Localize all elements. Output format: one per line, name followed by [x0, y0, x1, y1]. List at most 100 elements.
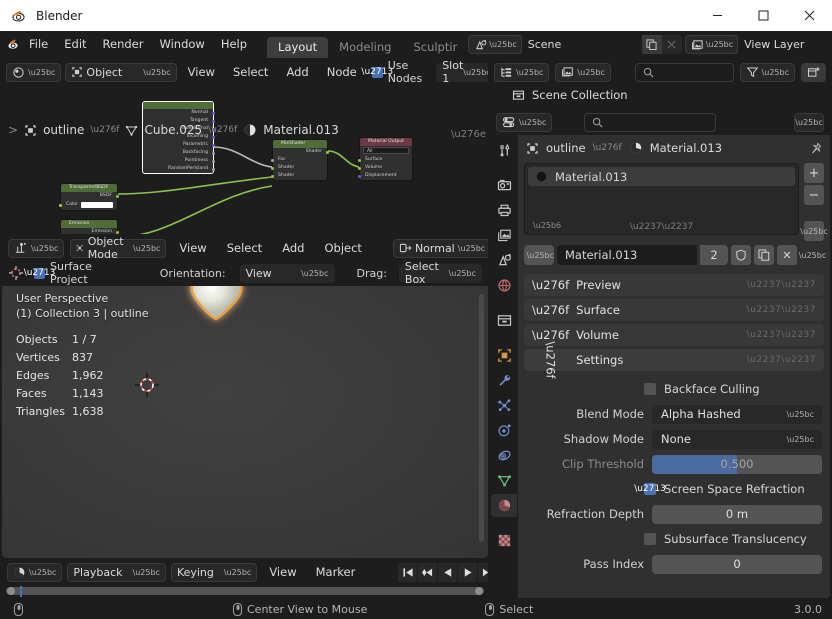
material-users-count[interactable]: 2	[700, 245, 728, 265]
properties-tab-particles[interactable]	[491, 394, 517, 417]
menu-file[interactable]: File	[21, 31, 56, 58]
timeline-scroll-handle-left[interactable]	[7, 587, 15, 595]
breadcrumb-back-icon[interactable]: >	[8, 123, 18, 137]
screen-space-refraction-checkbox[interactable]: \u2713	[634, 483, 666, 495]
node-target-dropdown[interactable]: All	[360, 146, 412, 156]
outliner-row-scene-collection[interactable]: Scene Collection	[490, 85, 830, 105]
node-input-shader-1[interactable]: Shader	[271, 164, 327, 172]
properties-tab-tool[interactable]	[491, 139, 517, 162]
viewport-canvas[interactable]: User Perspective (1) Collection 3 | outl…	[2, 286, 488, 558]
timeline-menu-view[interactable]: View	[262, 563, 303, 582]
refraction-depth-field[interactable]: 0 m	[652, 504, 822, 524]
workspace-tab-layout[interactable]: Layout	[267, 37, 329, 58]
close-button[interactable]	[786, 0, 832, 31]
properties-search-input[interactable]	[584, 112, 717, 132]
node-transparent-bsdf[interactable]: TransparentBSDF BSDF Color	[59, 183, 119, 211]
use-nodes-toggle[interactable]: \u2713 Use Nodes	[361, 59, 422, 85]
matlist-grip-icon[interactable]: \u2237\u2237	[630, 222, 693, 232]
menu-window[interactable]: Window	[151, 31, 212, 58]
panel-preview[interactable]: \u276f Preview \u2237\u2237	[524, 274, 824, 296]
workspace-tab-modeling[interactable]: Modeling	[328, 37, 402, 58]
matlist-expand-icon[interactable]: \u25b6	[533, 221, 561, 230]
node-geometry[interactable]: Normal Tangent TrueNormal Incoming Param…	[142, 101, 215, 174]
shader-sidebar-toggle[interactable]: \u276e	[451, 129, 486, 140]
node-input-fac[interactable]: Fac	[271, 156, 327, 164]
node-input-displacement[interactable]: Displacement	[358, 172, 412, 180]
blender-menu-icon[interactable]	[6, 36, 21, 54]
node-socket-mix-out[interactable]: Shader	[273, 148, 329, 156]
shadow-mode-dropdown[interactable]: None \u25bc	[652, 429, 822, 449]
viewport-menu-select[interactable]: Select	[220, 239, 269, 258]
pin-icon[interactable]	[809, 141, 822, 155]
properties-tab-output[interactable]	[491, 199, 517, 222]
properties-tab-physics[interactable]	[491, 419, 517, 442]
timeline-menu-playback[interactable]: Playback \u25bc	[67, 562, 166, 582]
properties-tab-material[interactable]	[491, 494, 517, 517]
outliner-search-input[interactable]	[634, 62, 734, 82]
properties-tab-object[interactable]	[491, 344, 517, 367]
backface-culling-checkbox[interactable]	[644, 383, 656, 395]
material-slot-specials-menu[interactable]: \u25bc	[800, 221, 828, 241]
play-reverse-icon[interactable]	[438, 562, 458, 582]
viewport-scrollbar[interactable]	[476, 286, 486, 558]
timeline-scroll-handle-right[interactable]	[475, 587, 483, 595]
scene-selector[interactable]: \u25bc Scene	[468, 35, 682, 54]
pass-index-field[interactable]: 0	[652, 554, 822, 574]
properties-tab-scene[interactable]	[491, 249, 517, 272]
new-collection-icon[interactable]	[801, 62, 826, 82]
transform-orientation-selector[interactable]: Normal \u25bc	[392, 238, 488, 258]
chevron-down-icon[interactable]: \u25bc	[794, 112, 824, 132]
view-layer-selector[interactable]: \u25bc View Layer	[684, 35, 832, 54]
scene-icon[interactable]: \u25bc	[468, 35, 522, 54]
view-layer-name[interactable]: View Layer	[738, 35, 832, 54]
play-icon[interactable]	[458, 562, 478, 582]
use-nodes-checkbox[interactable]: \u2713	[361, 66, 393, 78]
panel-settings[interactable]: \u276f Settings \u2237\u2237	[524, 341, 824, 379]
add-material-slot-button[interactable]: +	[804, 163, 824, 183]
material-name-input[interactable]: Material.013	[557, 245, 697, 265]
scene-copy-icon[interactable]	[641, 35, 662, 54]
node-input-shader-2[interactable]: Shader	[271, 172, 327, 180]
material-slot-selector[interactable]: Slot 1 \u25bc	[436, 59, 488, 85]
editor-type-selector[interactable]: \u25bc	[6, 62, 62, 82]
panel-grip-icon[interactable]: \u2237\u2237	[747, 330, 816, 340]
properties-tab-render[interactable]	[491, 174, 517, 197]
timeline-scrollbar-track[interactable]	[6, 587, 484, 595]
shader-type-selector[interactable]: Object \u25bc	[65, 62, 177, 82]
material-browse-button[interactable]: \u25bc	[524, 245, 554, 265]
properties-tab-texture[interactable]	[491, 529, 517, 552]
panel-surface[interactable]: \u276f Surface \u2237\u2237	[524, 299, 824, 321]
timeline-scrollbar[interactable]	[6, 586, 484, 597]
jump-start-icon[interactable]	[398, 562, 418, 582]
shield-icon[interactable]	[731, 245, 751, 265]
properties-tab-collection[interactable]	[491, 309, 517, 332]
clip-threshold-slider[interactable]: 0.500	[652, 454, 822, 474]
panel-grip-icon[interactable]: \u2237\u2237	[747, 305, 816, 315]
properties-tab-view-layer[interactable]	[491, 224, 517, 247]
scene-unlink-button[interactable]	[662, 35, 682, 54]
timeline-menu-marker[interactable]: Marker	[309, 563, 363, 582]
viewport-menu-object[interactable]: Object	[317, 239, 368, 258]
node-socket-random-per-island[interactable]: RandomPerIsland	[143, 165, 215, 173]
cursor-tool-icon[interactable]	[8, 265, 24, 281]
minimize-button[interactable]	[694, 0, 740, 31]
shader-menu-node[interactable]: Node	[320, 63, 364, 82]
shader-menu-add[interactable]: Add	[279, 63, 315, 82]
node-input-color[interactable]: Color	[59, 200, 117, 210]
orientation-dropdown[interactable]: View \u25bc	[239, 263, 335, 283]
maximize-button[interactable]	[740, 0, 786, 31]
interaction-mode-selector[interactable]: Object Mode \u25bc	[70, 236, 167, 261]
view-layer-icon[interactable]: \u25bc	[684, 35, 739, 54]
timeline-menu-keying[interactable]: Keying \u25bc	[170, 562, 258, 582]
timeline-editor-type-selector[interactable]: \u25bc	[7, 562, 63, 582]
filter-funnel-icon[interactable]: \u25bc	[739, 62, 795, 82]
node-input-surface[interactable]: Surface	[358, 156, 412, 164]
prev-keyframe-icon[interactable]	[418, 562, 438, 582]
drag-dropdown[interactable]: Select Box \u25bc	[398, 260, 482, 286]
panel-grip-icon[interactable]: \u2237\u2237	[747, 355, 816, 365]
next-keyframe-icon[interactable]	[478, 562, 488, 582]
material-unlink-button[interactable]: ✕	[777, 245, 797, 265]
properties-tab-data[interactable]	[491, 469, 517, 492]
filter-id-icon[interactable]: \u25bc	[555, 62, 611, 82]
properties-editor-type-selector[interactable]: \u25bc	[496, 112, 553, 132]
